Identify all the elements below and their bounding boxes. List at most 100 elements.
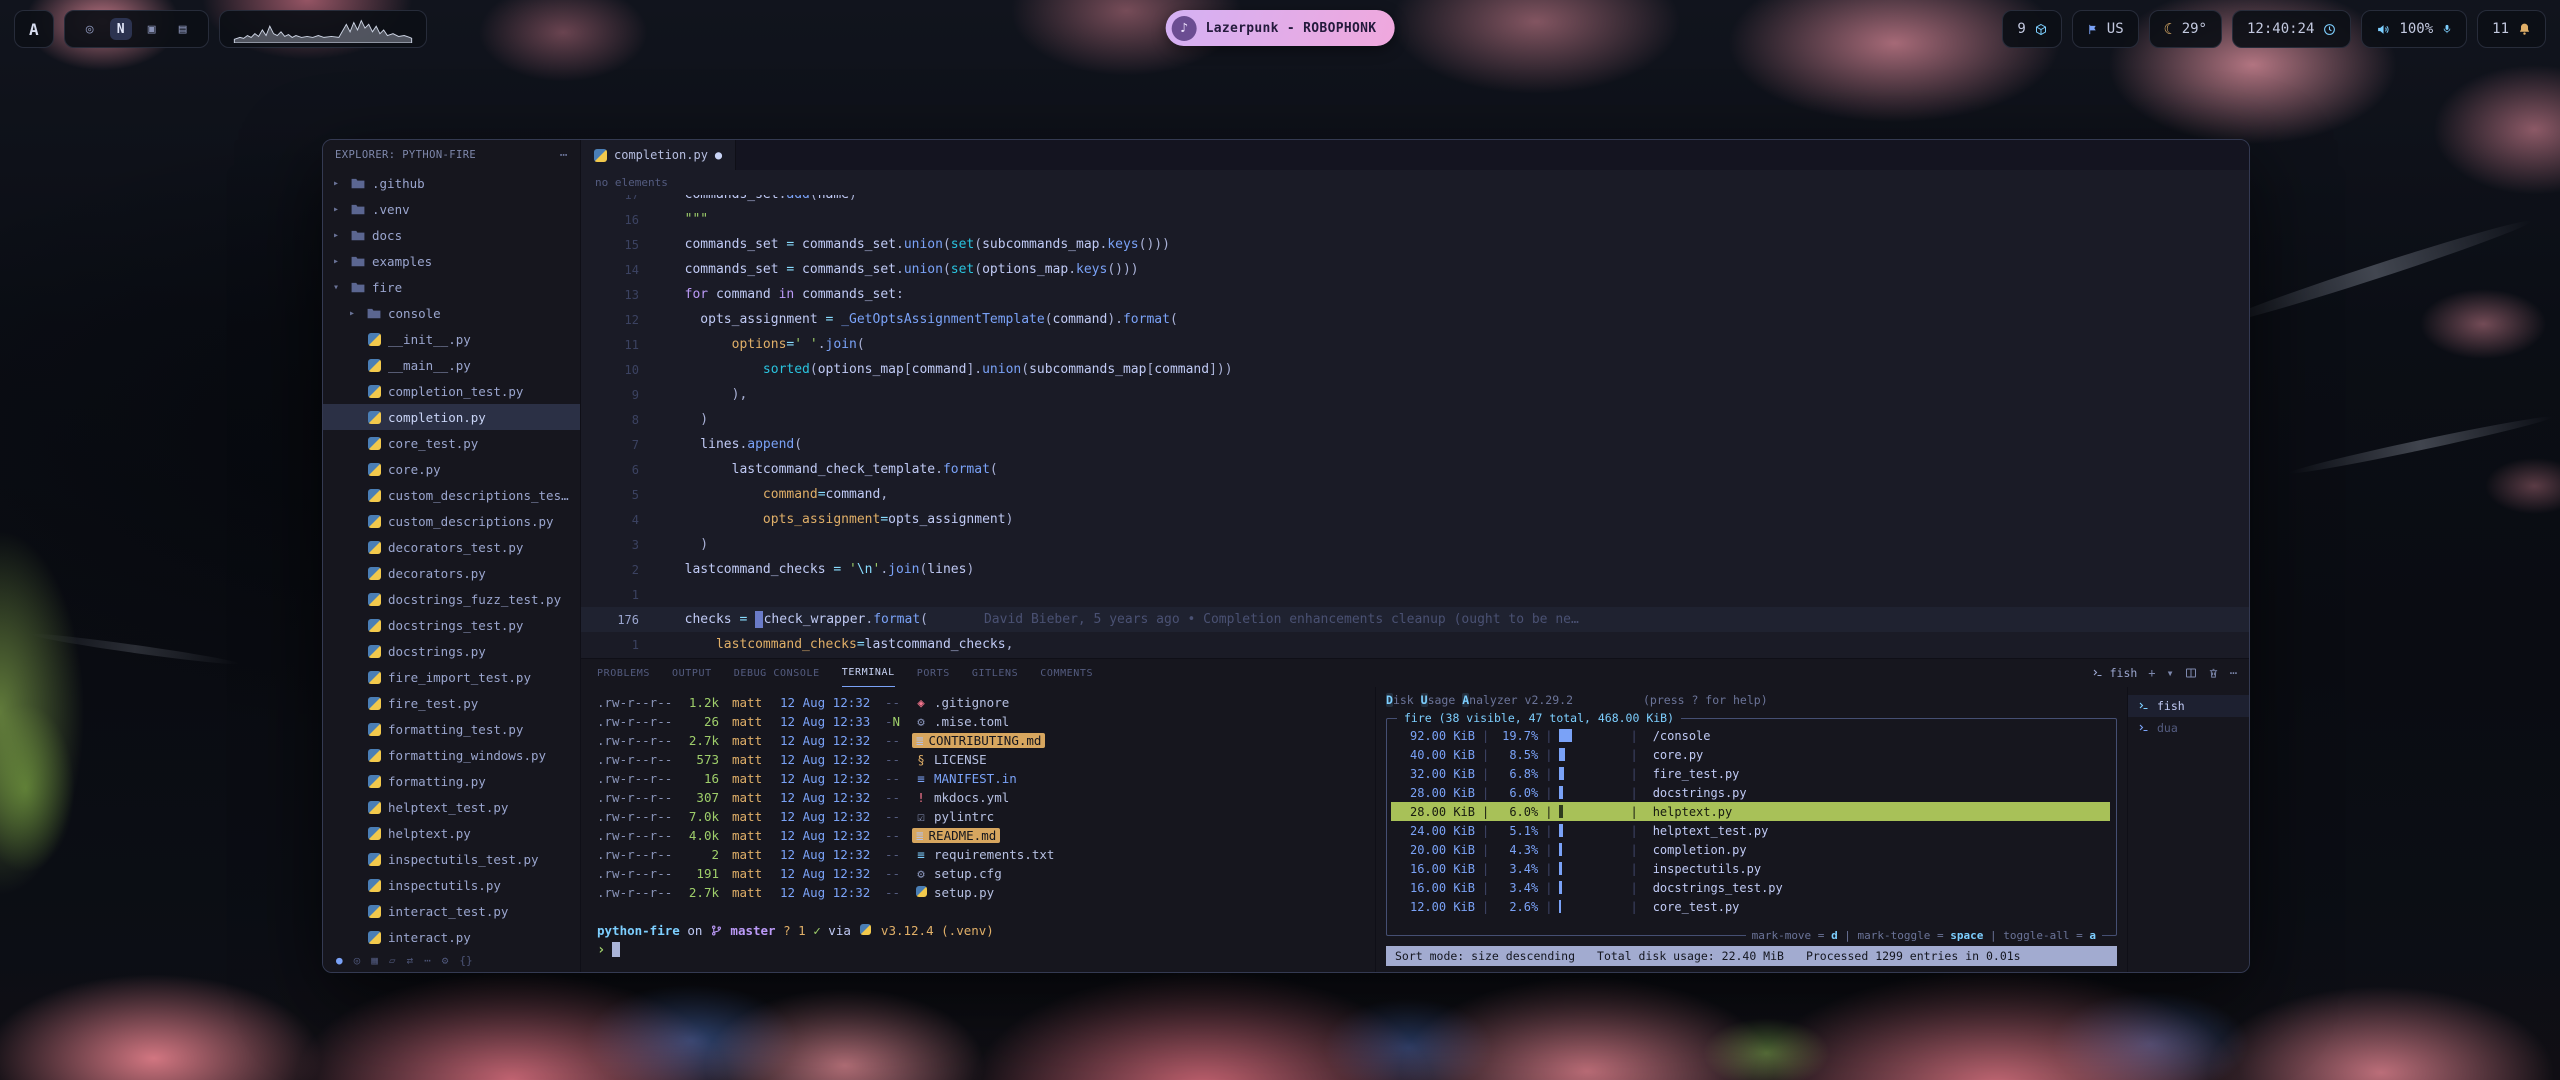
dua-row[interactable]: 24.00 KiB|5.1%||helptext_test.py (1391, 821, 2110, 840)
tree-item[interactable]: formatting.py (323, 768, 580, 794)
tree-item[interactable]: decorators_test.py (323, 534, 580, 560)
tree-item[interactable]: ▸console (323, 300, 580, 326)
panel-tab-problems[interactable]: PROBLEMS (597, 659, 650, 687)
tree-item[interactable]: docstrings_test.py (323, 612, 580, 638)
dua-row[interactable]: 28.00 KiB|6.0%||helptext.py (1391, 802, 2110, 821)
tree-item-label: formatting_windows.py (388, 748, 580, 763)
tree-item[interactable]: ▸docs (323, 222, 580, 248)
file-date: 12 Aug 12:32 (780, 828, 878, 843)
panel-tab-ports[interactable]: PORTS (917, 659, 950, 687)
tree-item[interactable]: inspectutils.py (323, 872, 580, 898)
braces-icon[interactable]: {} (459, 954, 472, 967)
grid-icon[interactable]: ▦ (371, 954, 378, 967)
chevron-down-icon[interactable]: ▾ (2167, 666, 2174, 680)
dua-row[interactable]: 32.00 KiB|6.8%||fire_test.py (1391, 764, 2110, 783)
launcher-button[interactable]: A (14, 10, 54, 48)
ellipsis-icon[interactable]: ⋯ (560, 148, 568, 163)
tree-item[interactable]: fire_test.py (323, 690, 580, 716)
tree-item-label: fire_import_test.py (388, 670, 580, 685)
panel-tab-output[interactable]: OUTPUT (672, 659, 712, 687)
sync-icon[interactable]: ⇄ (407, 954, 414, 967)
dua-row[interactable]: 40.00 KiB|8.5%||core.py (1391, 745, 2110, 764)
terminal-tab-fish[interactable]: fish (2128, 695, 2249, 717)
tree-item[interactable]: formatting_windows.py (323, 742, 580, 768)
tree-item[interactable]: ▸.github (323, 170, 580, 196)
panel-tab-terminal[interactable]: TERMINAL (842, 659, 895, 687)
clock-widget[interactable]: 12:40:24 (2232, 10, 2351, 48)
tree-item[interactable]: completion_test.py (323, 378, 580, 404)
tree-item[interactable]: formatting_test.py (323, 716, 580, 742)
tree-item[interactable]: completion.py (323, 404, 580, 430)
panel-tab-debug-console[interactable]: DEBUG CONSOLE (734, 659, 820, 687)
workspace-button[interactable]: ◎ (79, 18, 101, 40)
file-date: 12 Aug 12:32 (780, 695, 878, 710)
terminal[interactable]: .rw-r--r--1.2kmatt12 Aug 12:32--◈.gitign… (581, 687, 1375, 972)
audio-widget[interactable]: 100% (2361, 10, 2467, 48)
tree-item-label: helptext.py (388, 826, 580, 841)
weather-widget[interactable]: ☾ 29° (2149, 10, 2222, 48)
tree-item[interactable]: ▸.venv (323, 196, 580, 222)
terminal-profile-label[interactable]: fish (2092, 666, 2138, 680)
tree-item[interactable]: custom_descriptions_test.py (323, 482, 580, 508)
tree-item[interactable]: helptext.py (323, 820, 580, 846)
dua-row[interactable]: 16.00 KiB|3.4%||docstrings_test.py (1391, 878, 2110, 897)
terminal-tab-dua[interactable]: dua (2128, 717, 2249, 739)
shell-input-line[interactable]: › (597, 940, 1375, 959)
tree-item[interactable]: docstrings.py (323, 638, 580, 664)
tree-item-label: core.py (388, 462, 580, 477)
tree-item[interactable]: __init__.py (323, 326, 580, 352)
workspace-button[interactable]: ▤ (172, 18, 194, 40)
updates-widget[interactable]: 9 (2002, 10, 2061, 48)
gear-icon[interactable]: ⚙ (442, 954, 449, 967)
folder-icon[interactable]: ▱ (389, 954, 396, 967)
dua-row[interactable]: 92.00 KiB|19.7%||/console (1391, 726, 2110, 745)
dua-row[interactable]: 16.00 KiB|3.4%||inspectutils.py (1391, 859, 2110, 878)
ellipsis-icon[interactable]: ⋯ (424, 954, 431, 967)
tree-item[interactable]: core.py (323, 456, 580, 482)
tree-item[interactable]: docstrings_fuzz_test.py (323, 586, 580, 612)
plus-icon[interactable]: + (2148, 666, 2155, 680)
panel-tab-comments[interactable]: COMMENTS (1040, 659, 1093, 687)
search-icon[interactable]: ◎ (354, 954, 361, 967)
trash-icon[interactable] (2208, 667, 2219, 679)
remote-icon[interactable]: ● (336, 954, 343, 967)
python-icon (366, 645, 382, 658)
tab-completion-py[interactable]: completion.py ● (581, 140, 736, 170)
speaker-icon (2376, 23, 2390, 36)
tree-item[interactable]: interact.py (323, 924, 580, 948)
tree-item[interactable]: core_test.py (323, 430, 580, 456)
split-icon[interactable] (2185, 667, 2197, 679)
line-number: 16 (581, 213, 639, 227)
dua-pane[interactable]: Disk Usage Analyzer v2.29.2(press ? for … (1375, 687, 2127, 972)
tree-item[interactable]: inspectutils_test.py (323, 846, 580, 872)
panel-tabs: PROBLEMS OUTPUT DEBUG CONSOLE TERMINAL PORTS… (581, 659, 2249, 687)
workspace-button[interactable]: N (110, 18, 132, 40)
python-icon (366, 359, 382, 372)
code-text: ) (669, 412, 708, 427)
music-player-widget[interactable]: ♪ Lazerpunk - ROBOPHONK (1166, 10, 1395, 46)
file-date: 12 Aug 12:32 (780, 847, 878, 862)
panel-tab-gitlens[interactable]: GITLENS (972, 659, 1018, 687)
tree-item[interactable]: interact_test.py (323, 898, 580, 924)
ellipsis-icon[interactable]: ⋯ (2230, 666, 2237, 680)
system-graph-widget[interactable] (219, 10, 427, 48)
tree-item[interactable]: ▾fire (323, 274, 580, 300)
tree-item[interactable]: ▸examples (323, 248, 580, 274)
tree-item[interactable]: fire_import_test.py (323, 664, 580, 690)
workspace-button[interactable]: ▣ (141, 18, 163, 40)
dua-row[interactable]: 20.00 KiB|4.3%||completion.py (1391, 840, 2110, 859)
tree-item[interactable]: decorators.py (323, 560, 580, 586)
package-icon (2035, 23, 2047, 36)
explorer-sidebar: EXPLORER: PYTHON-FIRE ⋯ ▸.github▸.venv▸d… (323, 140, 581, 972)
tree-item[interactable]: __main__.py (323, 352, 580, 378)
text-cursor (755, 611, 763, 628)
tree-item[interactable]: custom_descriptions.py (323, 508, 580, 534)
dua-row[interactable]: 12.00 KiB|2.6%||core_test.py (1391, 897, 2110, 916)
notifications-widget[interactable]: 11 (2477, 10, 2546, 48)
keyboard-layout-widget[interactable]: US (2072, 10, 2139, 48)
tree-item[interactable]: helptext_test.py (323, 794, 580, 820)
file-name: pylintrc (934, 809, 994, 824)
editor[interactable]: 17 commands_set.add(name)16 """15 comman… (581, 195, 2249, 658)
dua-row[interactable]: 28.00 KiB|6.0%||docstrings.py (1391, 783, 2110, 802)
file-owner: matt (732, 733, 768, 748)
